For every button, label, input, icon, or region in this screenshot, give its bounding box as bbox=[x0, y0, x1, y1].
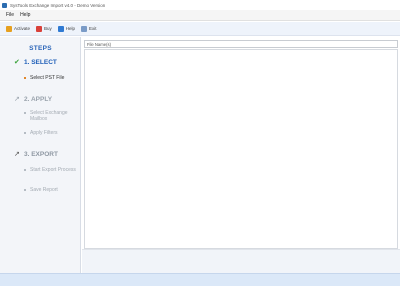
bullet-icon bbox=[24, 132, 26, 134]
menu-file[interactable]: File bbox=[6, 12, 14, 18]
main-footer bbox=[82, 249, 400, 273]
toolbar: Activate Buy Help Exit bbox=[0, 22, 400, 36]
checkmark-icon: ✔ bbox=[14, 59, 20, 66]
help-button[interactable]: Help bbox=[57, 25, 76, 32]
substep-label: Save Report bbox=[30, 187, 58, 193]
steps-heading: STEPS bbox=[29, 45, 52, 52]
arrow-icon: ↗ bbox=[14, 151, 20, 158]
substep-start-export-process: Start Export Process bbox=[24, 167, 80, 173]
steps-sidebar: STEPS ✔ 1. SELECT Select PST File ↗ 2. A… bbox=[0, 37, 81, 273]
step-select-label: 1. SELECT bbox=[24, 58, 57, 66]
bullet-icon bbox=[24, 77, 26, 79]
exit-icon bbox=[81, 25, 88, 32]
main-panel: File Name(s) bbox=[82, 37, 400, 273]
substep-save-report: Save Report bbox=[24, 187, 80, 193]
step-export: ↗ 3. EXPORT bbox=[14, 150, 58, 159]
window-title: SysTools Exchange Import v4.0 - Demo Ver… bbox=[10, 2, 106, 8]
help-icon bbox=[57, 25, 64, 32]
step-apply: ↗ 2. APPLY bbox=[14, 95, 53, 104]
menu-bar: File Help bbox=[0, 10, 400, 21]
activate-button[interactable]: Activate bbox=[6, 25, 31, 32]
menu-help[interactable]: Help bbox=[20, 12, 30, 18]
bullet-icon bbox=[24, 169, 26, 171]
file-name-header[interactable]: File Name(s) bbox=[84, 40, 398, 48]
file-name-header-label: File Name(s) bbox=[87, 42, 111, 47]
buy-icon bbox=[36, 25, 43, 32]
app-icon bbox=[2, 2, 7, 8]
substep-label: Apply Filters bbox=[30, 130, 58, 136]
step-select: ✔ 1. SELECT bbox=[14, 58, 57, 67]
help-label: Help bbox=[65, 26, 76, 31]
title-bar: SysTools Exchange Import v4.0 - Demo Ver… bbox=[0, 0, 400, 10]
exit-button[interactable]: Exit bbox=[81, 25, 97, 32]
step-apply-label: 2. APPLY bbox=[24, 95, 53, 103]
substep-select-exchange-mailbox: Select Exchange Mailbox bbox=[24, 110, 80, 122]
bullet-icon bbox=[24, 189, 26, 191]
bullet-icon bbox=[24, 112, 26, 114]
substep-label: Start Export Process bbox=[30, 167, 76, 173]
activate-label: Activate bbox=[14, 26, 31, 31]
status-bar bbox=[0, 273, 400, 286]
substep-label: Select Exchange Mailbox bbox=[30, 110, 68, 122]
substep-label: Select PST File bbox=[30, 75, 65, 81]
arrow-icon: ↗ bbox=[14, 96, 20, 103]
buy-label: Buy bbox=[44, 26, 52, 31]
buy-button[interactable]: Buy bbox=[36, 25, 52, 32]
cart-icon bbox=[6, 25, 12, 32]
substep-apply-filters: Apply Filters bbox=[24, 130, 80, 136]
exit-label: Exit bbox=[89, 26, 97, 31]
step-export-label: 3. EXPORT bbox=[24, 150, 58, 158]
substep-select-pst-file[interactable]: Select PST File bbox=[24, 75, 80, 81]
file-list-area[interactable] bbox=[84, 49, 398, 249]
